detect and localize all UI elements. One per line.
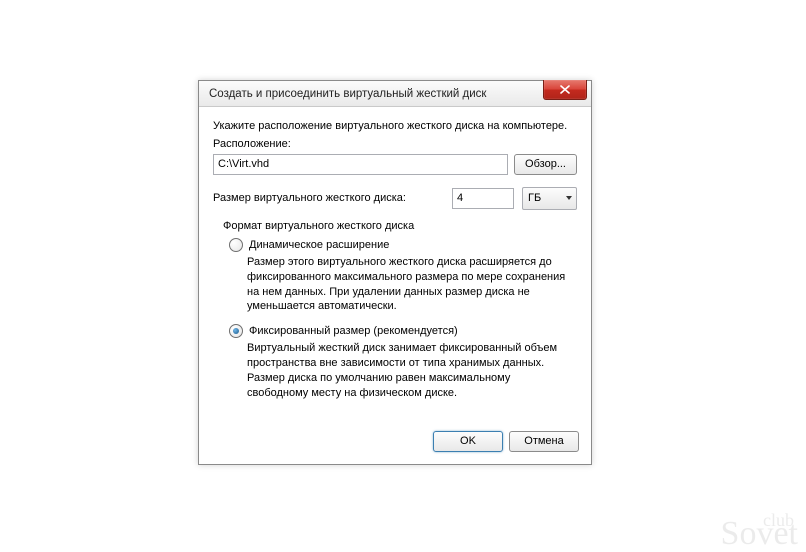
vhd-create-dialog: Создать и присоединить виртуальный жестк… [198, 80, 592, 465]
dialog-footer: OK Отмена [199, 423, 591, 464]
size-label: Размер виртуального жесткого диска: [213, 192, 444, 204]
browse-button[interactable]: Обзор... [514, 154, 577, 175]
radio-dynamic-indicator [229, 238, 243, 252]
radio-dynamic-label: Динамическое расширение [249, 239, 389, 251]
titlebar: Создать и присоединить виртуальный жестк… [199, 81, 591, 107]
size-input[interactable] [452, 188, 514, 209]
watermark: club Sovet [721, 514, 798, 546]
location-input[interactable] [213, 154, 508, 175]
dialog-title: Создать и присоединить виртуальный жестк… [209, 88, 486, 100]
close-button[interactable] [543, 80, 587, 100]
ok-button[interactable]: OK [433, 431, 503, 452]
chevron-down-icon [566, 196, 572, 200]
dialog-content: Укажите расположение виртуального жестко… [199, 107, 591, 423]
close-icon [560, 85, 570, 94]
size-unit-select[interactable]: ГБ [522, 187, 577, 210]
format-group: Формат виртуального жесткого диска Динам… [213, 220, 577, 401]
watermark-line1: club [721, 514, 794, 527]
location-label: Расположение: [213, 138, 577, 150]
format-group-title: Формат виртуального жесткого диска [223, 220, 577, 232]
size-unit-value: ГБ [528, 192, 541, 204]
size-row: Размер виртуального жесткого диска: ГБ [213, 187, 577, 210]
radio-dynamic[interactable]: Динамическое расширение [229, 238, 577, 252]
instruction-text: Укажите расположение виртуального жестко… [213, 119, 577, 134]
radio-fixed-description: Виртуальный жесткий диск занимает фиксир… [247, 341, 573, 400]
radio-dynamic-description: Размер этого виртуального жесткого диска… [247, 255, 573, 314]
radio-fixed[interactable]: Фиксированный размер (рекомендуется) [229, 324, 577, 338]
radio-fixed-indicator [229, 324, 243, 338]
watermark-line2: Sovet [721, 522, 798, 546]
cancel-button[interactable]: Отмена [509, 431, 579, 452]
radio-fixed-label: Фиксированный размер (рекомендуется) [249, 325, 458, 337]
location-row: Обзор... [213, 154, 577, 175]
